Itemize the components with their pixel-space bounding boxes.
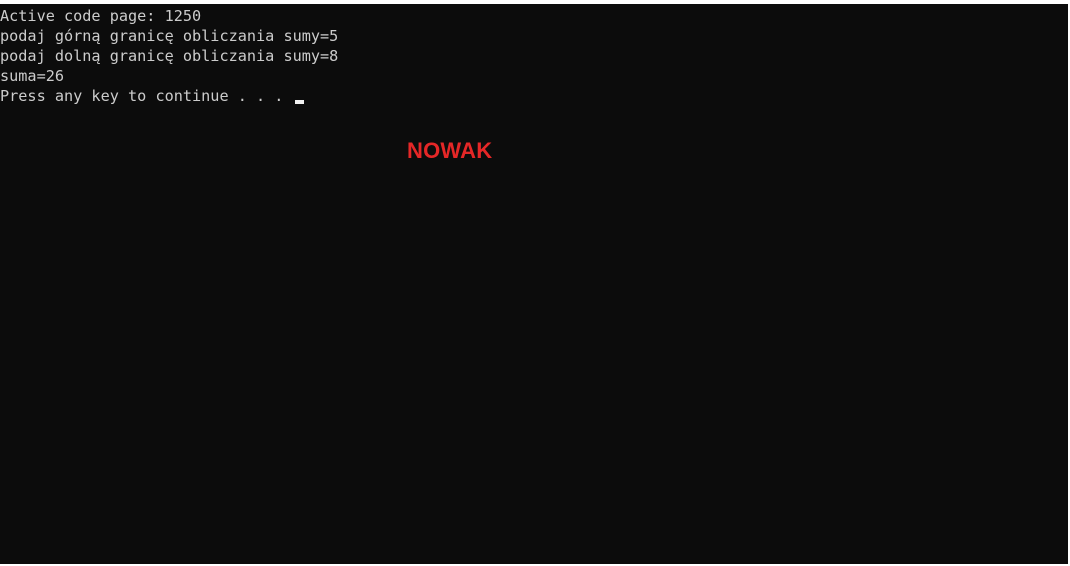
console-line-code-page: Active code page: 1250 xyxy=(0,6,338,26)
console-line-text: Active code page: 1250 xyxy=(0,7,202,25)
console-line-sum: suma=26 xyxy=(0,66,338,86)
console-line-prompt: Press any key to continue . . . xyxy=(0,86,338,106)
name-stamp: NOWAK xyxy=(407,138,493,163)
console-line-text: Press any key to continue . . . xyxy=(0,87,293,105)
console-line-text: suma=26 xyxy=(0,67,65,85)
console-line-text: podaj górną granicę obliczania sumy=5 xyxy=(0,27,339,45)
console-line-upper-bound: podaj górną granicę obliczania sumy=5 xyxy=(0,26,338,46)
console-output: Active code page: 1250 podaj górną grani… xyxy=(0,6,338,106)
console-window[interactable]: Active code page: 1250 podaj górną grani… xyxy=(0,4,1068,564)
console-line-text: podaj dolną granicę obliczania sumy=8 xyxy=(0,47,339,65)
console-line-lower-bound: podaj dolną granicę obliczania sumy=8 xyxy=(0,46,338,66)
block-cursor xyxy=(294,100,304,104)
